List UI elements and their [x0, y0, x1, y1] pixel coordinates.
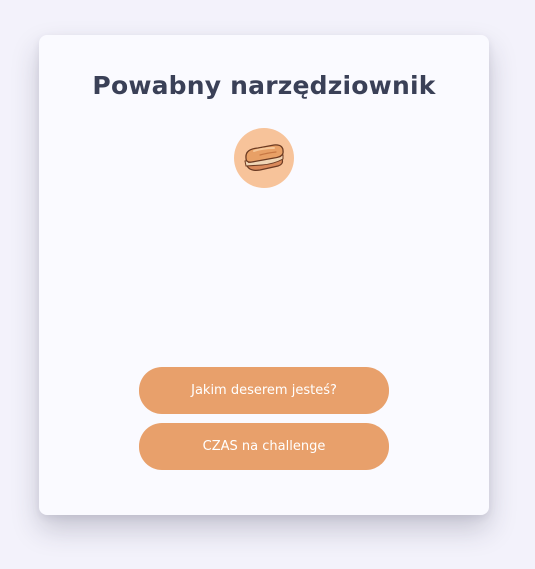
- page-title: Powabny narzędziownik: [92, 71, 436, 100]
- challenge-button[interactable]: CZAS na challenge: [139, 423, 389, 470]
- sandwich-icon: [244, 144, 284, 171]
- tool-card: Powabny narzędziownik Jakim deserem jest…: [39, 35, 489, 515]
- dessert-quiz-button[interactable]: Jakim deserem jesteś?: [139, 367, 389, 414]
- avatar: [234, 128, 294, 188]
